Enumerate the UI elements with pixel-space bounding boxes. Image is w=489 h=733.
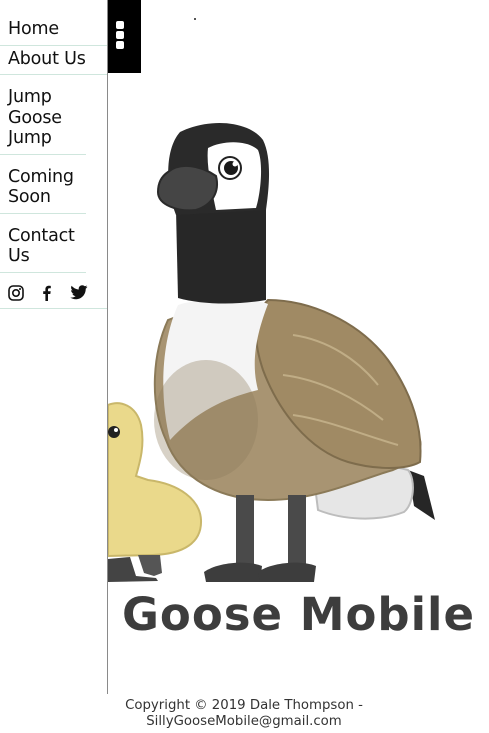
- instagram-icon[interactable]: [8, 284, 39, 302]
- facebook-icon[interactable]: [39, 284, 70, 302]
- nav-item-home[interactable]: Home: [0, 0, 107, 46]
- brand-text: y Goose Mobile: [108, 588, 475, 641]
- footer-copyright: Copyright © 2019 Dale Thompson -: [125, 698, 363, 713]
- footer-email: SillyGooseMobile@gmail.com: [146, 714, 342, 729]
- footer: Copyright © 2019 Dale Thompson - SillyGo…: [108, 698, 380, 730]
- nav-item-coming-soon[interactable]: Coming Soon: [0, 155, 86, 214]
- sidebar-nav: Home About Us Jump Goose Jump Coming Soo…: [0, 0, 108, 694]
- hero-illustration: [107, 0, 489, 594]
- twitter-icon[interactable]: [70, 284, 101, 302]
- nav-item-about-us[interactable]: About Us: [0, 46, 107, 75]
- nav-item-contact-us[interactable]: Contact Us: [0, 214, 86, 273]
- brand-banner: y Goose Mobile: [108, 586, 489, 646]
- social-links: [0, 273, 107, 309]
- nav-item-jump-goose-jump[interactable]: Jump Goose Jump: [0, 75, 86, 155]
- menu-toggle-button[interactable]: [108, 0, 141, 73]
